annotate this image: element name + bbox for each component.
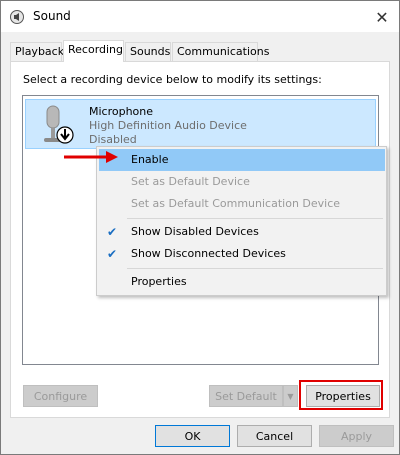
set-default-dropdown[interactable]: ▼ — [283, 385, 298, 407]
speaker-icon — [9, 9, 25, 25]
device-description: High Definition Audio Device — [89, 119, 247, 132]
menu-item-label: Show Disconnected Devices — [131, 247, 286, 260]
button-label: Apply — [340, 429, 373, 443]
window-title: Sound — [33, 9, 71, 23]
microphone-icon — [38, 104, 78, 148]
menu-item-set-default-communication-device[interactable]: Set as Default Communication Device — [99, 193, 385, 215]
menu-item-enable[interactable]: Enable — [99, 149, 385, 171]
apply-button[interactable]: Apply — [319, 425, 394, 447]
button-label: OK — [184, 429, 201, 443]
menu-item-label: Show Disabled Devices — [131, 225, 259, 238]
device-status: Disabled — [89, 133, 137, 146]
menu-item-label: Set as Default Communication Device — [131, 197, 341, 210]
configure-button[interactable]: Configure — [23, 385, 98, 407]
menu-item-label: Enable — [131, 153, 169, 166]
button-label: Set Default — [215, 389, 277, 403]
button-label: Configure — [33, 389, 88, 403]
checkmark-icon: ✔ — [107, 225, 118, 239]
menu-item-label: Set as Default Device — [131, 175, 250, 188]
menu-separator — [127, 268, 383, 269]
device-row-microphone[interactable]: Microphone High Definition Audio Device … — [25, 99, 376, 149]
set-default-button[interactable]: Set Default — [209, 385, 283, 407]
tab-label: Recording — [68, 43, 124, 56]
ok-button[interactable]: OK — [155, 425, 230, 447]
instruction-text: Select a recording device below to modif… — [23, 73, 322, 86]
chevron-down-icon: ▼ — [287, 391, 294, 401]
close-icon[interactable]: ✕ — [371, 6, 393, 28]
tab-recording[interactable]: Recording — [63, 40, 124, 62]
menu-item-show-disabled-devices[interactable]: ✔ Show Disabled Devices — [99, 221, 385, 243]
device-name: Microphone — [89, 105, 154, 118]
annotation-highlight-box — [299, 380, 383, 410]
tab-label: Playback — [15, 45, 65, 58]
button-label: Cancel — [255, 429, 294, 443]
title-bar[interactable]: Sound ✕ — [1, 1, 399, 32]
cancel-button[interactable]: Cancel — [237, 425, 312, 447]
menu-item-set-default-device[interactable]: Set as Default Device — [99, 171, 385, 193]
tab-communications[interactable]: Communications — [172, 42, 269, 61]
tab-label: Communications — [177, 45, 270, 58]
context-menu: Enable Set as Default Device Set as Defa… — [96, 146, 387, 296]
tab-label: Sounds — [130, 45, 171, 58]
menu-item-label: Properties — [131, 275, 187, 288]
checkmark-icon: ✔ — [107, 247, 118, 261]
menu-item-properties[interactable]: Properties — [99, 271, 385, 293]
tab-sounds[interactable]: Sounds — [125, 42, 171, 61]
tab-playback[interactable]: Playback — [10, 42, 65, 61]
annotation-arrow-icon — [64, 151, 118, 163]
menu-separator — [127, 218, 383, 219]
menu-item-show-disconnected-devices[interactable]: ✔ Show Disconnected Devices — [99, 243, 385, 265]
